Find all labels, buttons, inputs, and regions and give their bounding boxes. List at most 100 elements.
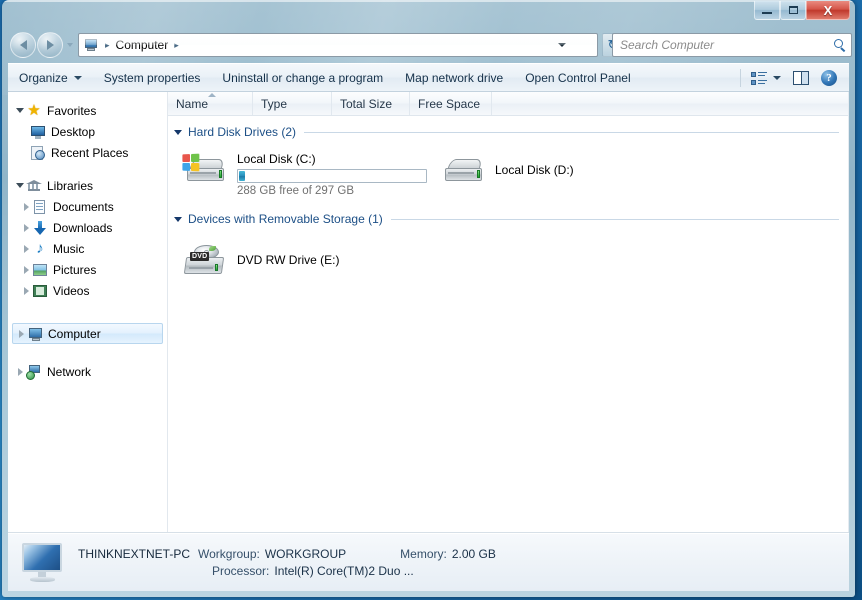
back-arrow-icon bbox=[20, 40, 27, 50]
preview-pane-button[interactable] bbox=[787, 63, 815, 92]
sidebar-item-music[interactable]: ♪ Music bbox=[8, 238, 167, 259]
pictures-twisty[interactable] bbox=[20, 266, 32, 274]
explorer-body: ★ Favorites Desktop Recent Places Librar… bbox=[8, 92, 849, 533]
group-title: Devices with Removable Storage (1) bbox=[188, 212, 383, 226]
sidebar-spacer bbox=[8, 301, 167, 323]
change-view-button[interactable] bbox=[749, 63, 785, 92]
sidebar-item-label: Recent Places bbox=[51, 147, 128, 159]
dvd-badge-label: DVD bbox=[190, 252, 209, 261]
computer-large-icon bbox=[20, 541, 70, 585]
drive-name: Local Disk (D:) bbox=[495, 163, 574, 177]
breadcrumb-separator-trailing[interactable]: ▸ bbox=[170, 40, 183, 51]
sidebar-item-label: Desktop bbox=[51, 126, 95, 138]
close-icon: X bbox=[824, 4, 833, 17]
address-bar[interactable]: ▸ Computer ▸ bbox=[78, 33, 598, 57]
computer-icon bbox=[83, 38, 99, 52]
change-view-icon bbox=[751, 71, 767, 85]
disk-usage-fill bbox=[239, 171, 245, 181]
drive-tile-dvd-rw-e[interactable]: DVD DVD RW Drive (E:) bbox=[180, 237, 438, 283]
group-header-removable-storage[interactable]: Devices with Removable Storage (1) bbox=[168, 209, 849, 229]
open-control-panel-button[interactable]: Open Control Panel bbox=[514, 63, 641, 92]
maximize-icon bbox=[789, 6, 798, 14]
hard-disk-icon bbox=[440, 150, 488, 192]
column-header-free-space[interactable]: Free Space bbox=[410, 92, 492, 115]
sidebar-item-label: Libraries bbox=[47, 180, 93, 192]
drive-tile-local-disk-c[interactable]: Local Disk (C:) 288 GB free of 297 GB bbox=[180, 148, 438, 199]
file-list-pane[interactable]: Name Type Total Size Free Space Hard Dis… bbox=[168, 92, 849, 532]
favorites-twisty[interactable] bbox=[14, 108, 26, 113]
recent-places-icon bbox=[30, 145, 46, 161]
help-button[interactable]: ? bbox=[817, 63, 841, 92]
computer-name: THINKNEXTNET-PC bbox=[78, 546, 190, 563]
music-twisty[interactable] bbox=[20, 245, 32, 253]
column-header-type[interactable]: Type bbox=[253, 92, 332, 115]
open-control-panel-label: Open Control Panel bbox=[525, 71, 630, 85]
group-title: Hard Disk Drives (2) bbox=[188, 125, 296, 139]
documents-icon bbox=[32, 199, 48, 215]
sidebar-group-libraries[interactable]: Libraries bbox=[8, 175, 167, 196]
pictures-icon bbox=[32, 262, 48, 278]
search-placeholder: Search Computer bbox=[620, 38, 834, 52]
documents-twisty[interactable] bbox=[20, 203, 32, 211]
content-right-edge bbox=[848, 92, 849, 532]
details-text-block: THINKNEXTNET-PC Workgroup: WORKGROUP Mem… bbox=[78, 546, 496, 580]
title-bar: X bbox=[2, 0, 855, 28]
group-collapse-icon[interactable] bbox=[174, 130, 182, 135]
computer-twisty[interactable] bbox=[15, 330, 27, 338]
disk-usage-bar bbox=[237, 169, 427, 183]
minimize-button[interactable] bbox=[754, 1, 780, 20]
explorer-window: X ▸ Computer ▸ ↻ bbox=[2, 0, 855, 597]
sidebar-group-favorites[interactable]: ★ Favorites bbox=[8, 100, 167, 121]
downloads-twisty[interactable] bbox=[20, 224, 32, 232]
group-rule bbox=[391, 219, 839, 220]
processor-label: Processor: bbox=[212, 563, 269, 580]
column-label: Free Space bbox=[418, 97, 480, 111]
sidebar-item-network[interactable]: Network bbox=[8, 361, 167, 382]
column-header-total-size[interactable]: Total Size bbox=[332, 92, 410, 115]
sort-ascending-icon bbox=[208, 93, 216, 97]
drive-tiles-row: Local Disk (C:) 288 GB free of 297 GB bbox=[168, 142, 849, 199]
sidebar-item-label: Pictures bbox=[53, 264, 96, 276]
removable-tiles-row: DVD DVD RW Drive (E:) bbox=[168, 229, 849, 283]
caption-button-group: X bbox=[754, 1, 850, 22]
search-input[interactable]: Search Computer bbox=[612, 33, 852, 57]
sidebar-item-computer[interactable]: Computer bbox=[12, 323, 163, 344]
maximize-button[interactable] bbox=[780, 1, 806, 20]
videos-twisty[interactable] bbox=[20, 287, 32, 295]
column-label: Total Size bbox=[340, 97, 392, 111]
group-collapse-icon[interactable] bbox=[174, 217, 182, 222]
downloads-icon bbox=[32, 220, 48, 236]
column-header-filler bbox=[492, 92, 849, 115]
sidebar-item-recent-places[interactable]: Recent Places bbox=[8, 142, 167, 163]
network-twisty[interactable] bbox=[14, 368, 26, 376]
back-button[interactable] bbox=[10, 32, 36, 58]
sidebar-item-videos[interactable]: Videos bbox=[8, 280, 167, 301]
close-button[interactable]: X bbox=[806, 1, 850, 20]
group-header-hard-disk-drives[interactable]: Hard Disk Drives (2) bbox=[168, 122, 849, 142]
computer-icon bbox=[27, 326, 43, 342]
forward-button[interactable] bbox=[37, 32, 63, 58]
column-header-name[interactable]: Name bbox=[168, 92, 253, 115]
sidebar-item-label: Network bbox=[47, 366, 91, 378]
toolbar-right-group: ? bbox=[734, 63, 849, 92]
sidebar-item-downloads[interactable]: Downloads bbox=[8, 217, 167, 238]
recent-pages-caret-icon[interactable] bbox=[67, 43, 73, 47]
sidebar-item-desktop[interactable]: Desktop bbox=[8, 121, 167, 142]
uninstall-or-change-program-button[interactable]: Uninstall or change a program bbox=[211, 63, 394, 92]
drive-tile-local-disk-d[interactable]: Local Disk (D:) bbox=[438, 148, 696, 194]
sidebar-item-documents[interactable]: Documents bbox=[8, 196, 167, 217]
navigation-pane[interactable]: ★ Favorites Desktop Recent Places Librar… bbox=[8, 92, 168, 532]
desktop-icon bbox=[30, 124, 46, 140]
address-bar-row: ▸ Computer ▸ ↻ Search Computer bbox=[2, 28, 855, 63]
libraries-twisty[interactable] bbox=[14, 183, 26, 188]
map-network-drive-button[interactable]: Map network drive bbox=[394, 63, 514, 92]
column-label: Type bbox=[261, 97, 287, 111]
system-properties-button[interactable]: System properties bbox=[93, 63, 212, 92]
address-dropdown-button[interactable] bbox=[553, 34, 571, 56]
sidebar-item-pictures[interactable]: Pictures bbox=[8, 259, 167, 280]
preview-pane-icon bbox=[793, 71, 809, 85]
hard-disk-system-icon bbox=[182, 150, 230, 192]
breadcrumb-separator-leading[interactable]: ▸ bbox=[101, 40, 114, 51]
organize-button[interactable]: Organize bbox=[8, 63, 93, 92]
breadcrumb-computer[interactable]: Computer bbox=[114, 38, 171, 52]
